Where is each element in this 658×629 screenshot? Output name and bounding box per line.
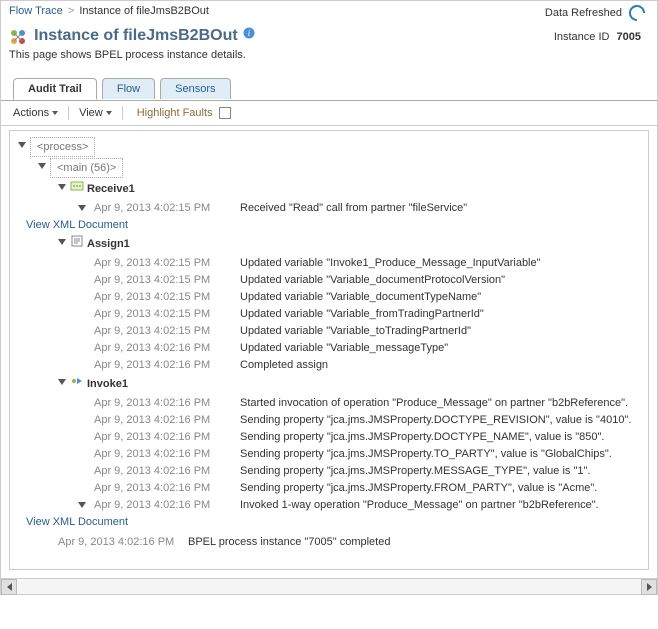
info-icon[interactable]: i <box>243 27 255 39</box>
timestamp: Apr 9, 2013 4:02:16 PM <box>38 534 188 550</box>
view-label: View <box>79 107 103 119</box>
audit-tree: <process> <main (56)> Receive1 Apr 9, 20… <box>9 130 649 570</box>
timestamp: Apr 9, 2013 4:02:15 PM <box>90 200 240 216</box>
node-assign1[interactable]: Assign1 <box>87 234 130 254</box>
collapse-toggle[interactable] <box>38 163 46 169</box>
audit-message: Sending property "jca.jms.JMSProperty.FR… <box>240 480 597 496</box>
tab-audit-trail[interactable]: Audit Trail <box>13 78 97 100</box>
arrow-left-icon <box>7 583 12 591</box>
node-invoke1[interactable]: Invoke1 <box>87 374 128 394</box>
toolbar-separator <box>122 106 123 120</box>
invoke-activity-icon <box>70 374 84 388</box>
node-process[interactable]: <process> <box>30 137 95 157</box>
horizontal-scrollbar[interactable] <box>1 578 657 594</box>
page-subtitle: This page shows BPEL process instance de… <box>1 47 657 67</box>
audit-message: Updated variable "Variable_documentTypeN… <box>240 289 481 305</box>
timestamp: Apr 9, 2013 4:02:16 PM <box>90 446 240 462</box>
timestamp: Apr 9, 2013 4:02:15 PM <box>90 289 240 305</box>
timestamp: Apr 9, 2013 4:02:16 PM <box>90 429 240 445</box>
view-xml-link[interactable]: View XML Document <box>26 217 128 233</box>
timestamp: Apr 9, 2013 4:02:16 PM <box>90 395 240 411</box>
audit-message: Completed assign <box>240 357 328 373</box>
breadcrumb-current: Instance of fileJmsB2BOut <box>79 5 209 17</box>
audit-message: Updated variable "Invoke1_Produce_Messag… <box>240 255 541 271</box>
assign-activity-icon <box>70 234 84 248</box>
node-receive1[interactable]: Receive1 <box>87 179 135 199</box>
timestamp: Apr 9, 2013 4:02:15 PM <box>90 272 240 288</box>
highlight-faults-toggle[interactable]: Highlight Faults <box>137 107 231 119</box>
bpel-process-icon <box>9 28 27 46</box>
breadcrumb-parent-link[interactable]: Flow Trace <box>9 5 63 17</box>
timestamp: Apr 9, 2013 4:02:15 PM <box>90 323 240 339</box>
audit-message: Sending property "jca.jms.JMSProperty.ME… <box>240 463 590 479</box>
audit-message: Updated variable "Variable_toTradingPart… <box>240 323 471 339</box>
tab-sensors[interactable]: Sensors <box>160 78 230 99</box>
toolbar-separator <box>68 106 69 120</box>
tab-bar: Audit Trail Flow Sensors <box>1 77 657 101</box>
scroll-right-button[interactable] <box>641 579 657 595</box>
highlight-faults-label: Highlight Faults <box>137 107 213 119</box>
actions-menu[interactable]: Actions <box>9 105 62 121</box>
audit-message: Sending property "jca.jms.JMSProperty.DO… <box>240 412 631 428</box>
breadcrumb-separator: > <box>66 5 76 17</box>
data-refreshed-label: Data Refreshed <box>545 5 649 21</box>
collapse-toggle[interactable] <box>18 142 26 148</box>
collapse-toggle[interactable] <box>78 205 86 211</box>
chevron-down-icon <box>52 111 58 115</box>
audit-message: Sending property "jca.jms.JMSProperty.DO… <box>240 429 605 445</box>
view-xml-link[interactable]: View XML Document <box>26 514 128 530</box>
scroll-left-button[interactable] <box>1 579 17 595</box>
chevron-down-icon <box>106 111 112 115</box>
timestamp: Apr 9, 2013 4:02:15 PM <box>90 306 240 322</box>
arrow-right-icon <box>647 583 652 591</box>
timestamp: Apr 9, 2013 4:02:16 PM <box>90 357 240 373</box>
audit-message: Updated variable "Variable_fromTradingPa… <box>240 306 484 322</box>
page-title: Instance of fileJmsB2BOut <box>34 27 238 44</box>
instance-id-value: 7005 <box>613 31 641 43</box>
collapse-toggle[interactable] <box>58 184 66 190</box>
collapse-toggle[interactable] <box>78 502 86 508</box>
data-refreshed-text: Data Refreshed <box>545 7 622 19</box>
view-menu[interactable]: View <box>75 105 116 121</box>
scroll-track[interactable] <box>17 579 641 594</box>
instance-id-label: Instance ID <box>554 31 610 43</box>
audit-message: Received "Read" call from partner "fileS… <box>240 200 467 216</box>
timestamp: Apr 9, 2013 4:02:16 PM <box>90 412 240 428</box>
node-main[interactable]: <main (56)> <box>50 158 123 178</box>
actions-label: Actions <box>13 107 49 119</box>
audit-message: Invoked 1-way operation "Produce_Message… <box>240 497 599 513</box>
timestamp: Apr 9, 2013 4:02:15 PM <box>90 255 240 271</box>
receive-activity-icon <box>70 179 84 193</box>
timestamp: Apr 9, 2013 4:02:16 PM <box>90 480 240 496</box>
audit-message: Updated variable "Variable_documentProto… <box>240 272 505 288</box>
tab-flow[interactable]: Flow <box>102 78 155 99</box>
audit-message: Started invocation of operation "Produce… <box>240 395 628 411</box>
timestamp: Apr 9, 2013 4:02:16 PM <box>90 497 240 513</box>
timestamp: Apr 9, 2013 4:02:16 PM <box>90 463 240 479</box>
breadcrumb: Data Refreshed Flow Trace > Instance of … <box>1 1 657 25</box>
oracle-logo-icon <box>629 5 645 21</box>
instance-id-block: Instance ID 7005 <box>546 27 649 47</box>
audit-message: Sending property "jca.jms.JMSProperty.TO… <box>240 446 612 462</box>
collapse-toggle[interactable] <box>58 239 66 245</box>
timestamp: Apr 9, 2013 4:02:16 PM <box>90 340 240 356</box>
collapse-toggle[interactable] <box>58 379 66 385</box>
checkbox-icon[interactable] <box>219 107 231 119</box>
audit-message: BPEL process instance "7005" completed <box>188 534 390 550</box>
audit-message: Updated variable "Variable_messageType" <box>240 340 448 356</box>
toolbar: Actions View Highlight Faults <box>1 101 657 126</box>
